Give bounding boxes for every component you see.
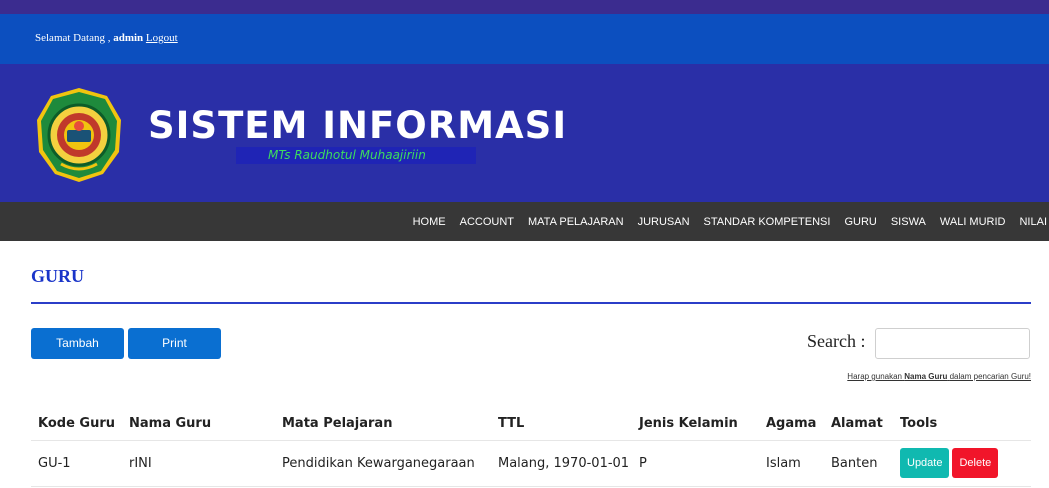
- column-header: Jenis Kelamin: [632, 408, 759, 441]
- delete-button[interactable]: Delete: [952, 448, 999, 478]
- navbar: HOME ACCOUNT MATA PELAJARAN JURUSAN STAN…: [0, 202, 1049, 241]
- search-label: Search :: [807, 331, 866, 351]
- column-header: Alamat: [824, 408, 893, 441]
- column-header: Mata Pelajaran: [275, 408, 491, 441]
- search-hint: Harap gunakan Nama Guru dalam pencarian …: [847, 372, 1031, 381]
- table-row: GU-1 rINI Pendidikan Kewarganegaraan Mal…: [31, 440, 1031, 487]
- nav-item-siswa[interactable]: SISWA: [891, 216, 926, 228]
- page-title: GURU: [31, 266, 84, 286]
- table-header-row: Kode Guru Nama Guru Mata Pelajaran TTL J…: [31, 408, 1031, 441]
- nav-item-standar-kompetensi[interactable]: STANDAR KOMPETENSI: [704, 216, 831, 228]
- banner: SISTEM INFORMASI MTs Raudhotul Muhaajiri…: [0, 64, 1049, 202]
- cell-agama: Islam: [759, 440, 824, 487]
- top-bar: Selamat Datang , admin Logout: [0, 14, 1049, 64]
- nav-item-guru[interactable]: GURU: [844, 216, 876, 228]
- banner-title-wrap: SISTEM INFORMASI MTs Raudhotul Muhaajiri…: [148, 104, 568, 164]
- welcome-message: Selamat Datang , admin Logout: [35, 32, 178, 44]
- column-header: TTL: [491, 408, 632, 441]
- column-header: Tools: [893, 408, 1031, 441]
- cell-nama-guru: rINI: [122, 440, 275, 487]
- cell-alamat: Banten: [824, 440, 893, 487]
- search-input[interactable]: [875, 328, 1030, 359]
- hint-bold: Nama Guru: [904, 372, 948, 381]
- print-button[interactable]: Print: [128, 328, 221, 359]
- update-button[interactable]: Update: [900, 448, 950, 478]
- banner-subtitle: MTs Raudhotul Muhaajiriin: [268, 148, 426, 162]
- logout-link[interactable]: Logout: [146, 32, 178, 44]
- school-emblem-icon: [37, 88, 121, 182]
- nav-item-account[interactable]: ACCOUNT: [460, 216, 514, 228]
- nav-item-jurusan[interactable]: JURUSAN: [638, 216, 690, 228]
- column-header: Kode Guru: [31, 408, 122, 441]
- add-button[interactable]: Tambah: [31, 328, 124, 359]
- cell-kode-guru: GU-1: [31, 440, 122, 487]
- nav-item-home[interactable]: HOME: [413, 216, 446, 228]
- column-header: Nama Guru: [122, 408, 275, 441]
- hint-suffix: dalam pencarian Guru!: [949, 372, 1031, 381]
- title-divider: [31, 302, 1031, 304]
- cell-mata-pelajaran: Pendidikan Kewarganegaraan: [275, 440, 491, 487]
- top-strip: [0, 0, 1049, 14]
- hint-prefix: Harap gunakan: [847, 372, 903, 381]
- cell-jenis-kelamin: P: [632, 440, 759, 487]
- banner-title: SISTEM INFORMASI: [148, 104, 568, 147]
- cell-tools: Update Delete: [893, 440, 1031, 487]
- guru-table: Kode Guru Nama Guru Mata Pelajaran TTL J…: [31, 408, 1031, 487]
- cell-ttl: Malang, 1970-01-01: [491, 440, 632, 487]
- nav-item-mata-pelajaran[interactable]: MATA PELAJARAN: [528, 216, 624, 228]
- column-header: Agama: [759, 408, 824, 441]
- welcome-prefix: Selamat Datang ,: [35, 32, 111, 44]
- nav-menu: HOME ACCOUNT MATA PELAJARAN JURUSAN STAN…: [399, 202, 1049, 241]
- nav-item-wali-murid[interactable]: WALI MURID: [940, 216, 1006, 228]
- username: admin: [113, 32, 144, 44]
- nav-item-nilai[interactable]: NILAI: [1019, 216, 1047, 228]
